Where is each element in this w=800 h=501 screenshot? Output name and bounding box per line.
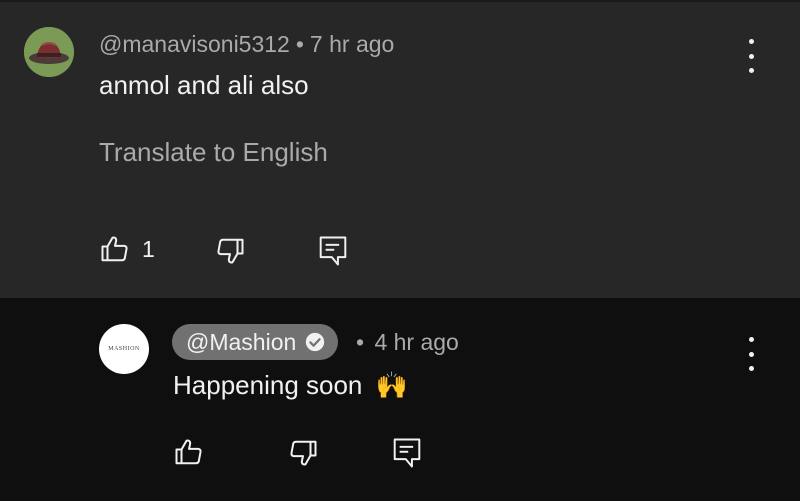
- separator-dot: •: [356, 329, 365, 355]
- like-count: 1: [142, 235, 155, 262]
- reply-text: Happening soon: [173, 370, 363, 400]
- more-vert-icon[interactable]: [743, 337, 759, 371]
- reply-icon: [319, 236, 347, 266]
- raising-hands-emoji: 🙌: [375, 370, 408, 400]
- separator-dot: •: [295, 31, 304, 57]
- more-vert-icon[interactable]: [743, 39, 759, 73]
- channel-owner-chip[interactable]: @Mashion: [172, 324, 339, 360]
- reply-time: 4 hr ago: [374, 329, 459, 355]
- like-button[interactable]: [174, 437, 204, 467]
- dislike-button[interactable]: [288, 438, 318, 468]
- menu-dot: [748, 351, 754, 357]
- menu-dot: [748, 53, 754, 59]
- reply-icon: [393, 438, 421, 468]
- comment-meta: @manavisoni5312 • 7 hr ago: [99, 31, 394, 58]
- menu-dot: [748, 39, 754, 44]
- like-button[interactable]: 1: [100, 234, 155, 264]
- verified-check-icon: [306, 332, 325, 352]
- thumbs-up-icon: [101, 236, 128, 262]
- menu-dot: [748, 337, 754, 342]
- reply-button[interactable]: [392, 437, 422, 469]
- menu-dot: [748, 366, 754, 371]
- comment-text: anmol and ali also: [99, 70, 309, 100]
- menu-dot: [748, 68, 754, 73]
- divider: [0, 0, 800, 2]
- comment-author[interactable]: @manavisoni5312: [99, 31, 290, 57]
- translate-link[interactable]: Translate to English: [99, 137, 328, 168]
- avatar[interactable]: MASHION: [99, 324, 149, 374]
- dislike-button[interactable]: [215, 236, 245, 266]
- fedora-hat-icon: [24, 27, 74, 77]
- avatar-logo-text: MASHION: [108, 346, 140, 352]
- thumbs-down-icon: [217, 238, 244, 264]
- reply-author: @Mashion: [186, 328, 297, 355]
- avatar[interactable]: [24, 27, 74, 77]
- thumbs-up-icon: [175, 439, 202, 465]
- thumbs-down-icon: [290, 440, 317, 466]
- reply-button[interactable]: [318, 235, 348, 267]
- comment-time: 7 hr ago: [309, 31, 395, 57]
- reply-meta: • 4 hr ago: [356, 329, 459, 356]
- reply-text-row: Happening soon 🙌: [173, 370, 408, 401]
